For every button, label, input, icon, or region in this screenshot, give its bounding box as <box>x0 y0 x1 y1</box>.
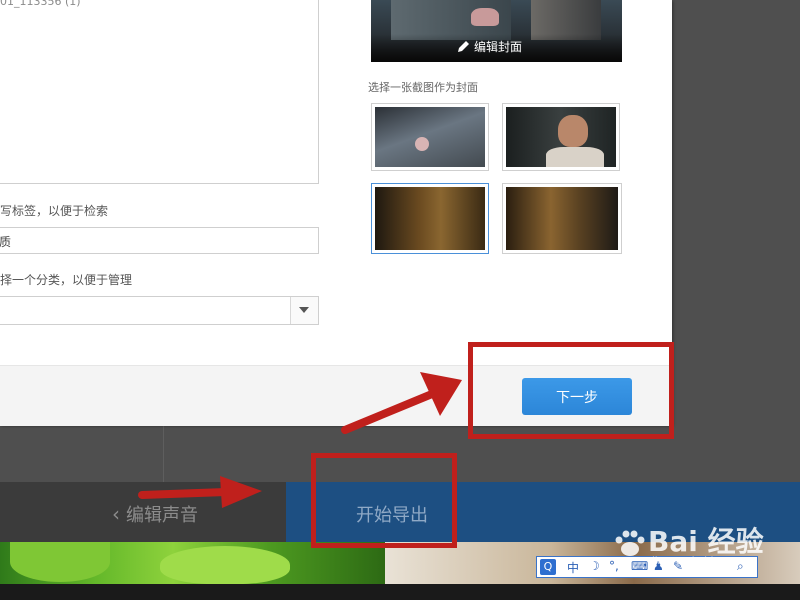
annotation-arrows <box>138 372 462 508</box>
arrow-to-export-icon <box>138 476 262 508</box>
arrow-to-next-icon <box>341 372 462 434</box>
